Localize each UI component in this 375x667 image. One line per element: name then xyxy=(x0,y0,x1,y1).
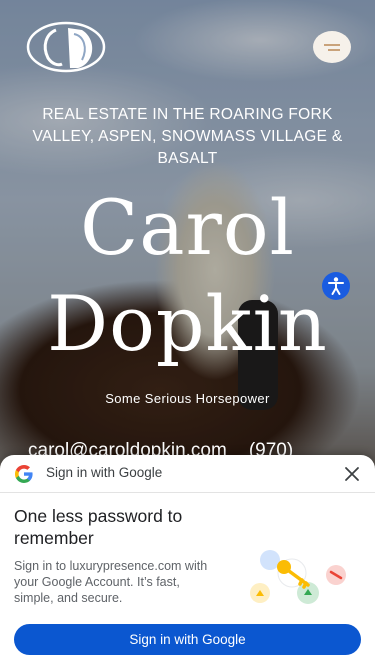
menu-button[interactable] xyxy=(313,31,351,63)
close-button[interactable] xyxy=(342,464,362,484)
hero-tagline: REAL ESTATE IN THE ROARING FORK VALLEY, … xyxy=(32,106,343,167)
prompt-header-title: Sign in with Google xyxy=(46,465,163,480)
hero-name-first: Carol xyxy=(80,183,295,272)
close-icon xyxy=(345,467,359,481)
google-sign-in-prompt: Sign in with Google One less password to… xyxy=(0,455,375,667)
accessibility-button[interactable] xyxy=(322,272,350,300)
horse-head-logo-icon[interactable] xyxy=(26,20,110,74)
google-logo-icon xyxy=(15,465,33,483)
prompt-headline: One less password to remember xyxy=(14,506,183,548)
key-illustration-icon xyxy=(250,550,346,604)
hamburger-menu-icon xyxy=(324,44,340,46)
hero-name-last: Dopkin xyxy=(47,279,328,368)
hero-subtitle: Some Serious Horsepower xyxy=(105,391,270,406)
prompt-header: Sign in with Google xyxy=(0,455,375,493)
prompt-description: Sign in to luxurypresence.com with your … xyxy=(14,559,208,605)
sign-in-with-google-button[interactable]: Sign in with Google xyxy=(14,624,361,655)
accessibility-person-icon xyxy=(328,277,344,295)
hamburger-menu-icon-line xyxy=(328,49,340,51)
